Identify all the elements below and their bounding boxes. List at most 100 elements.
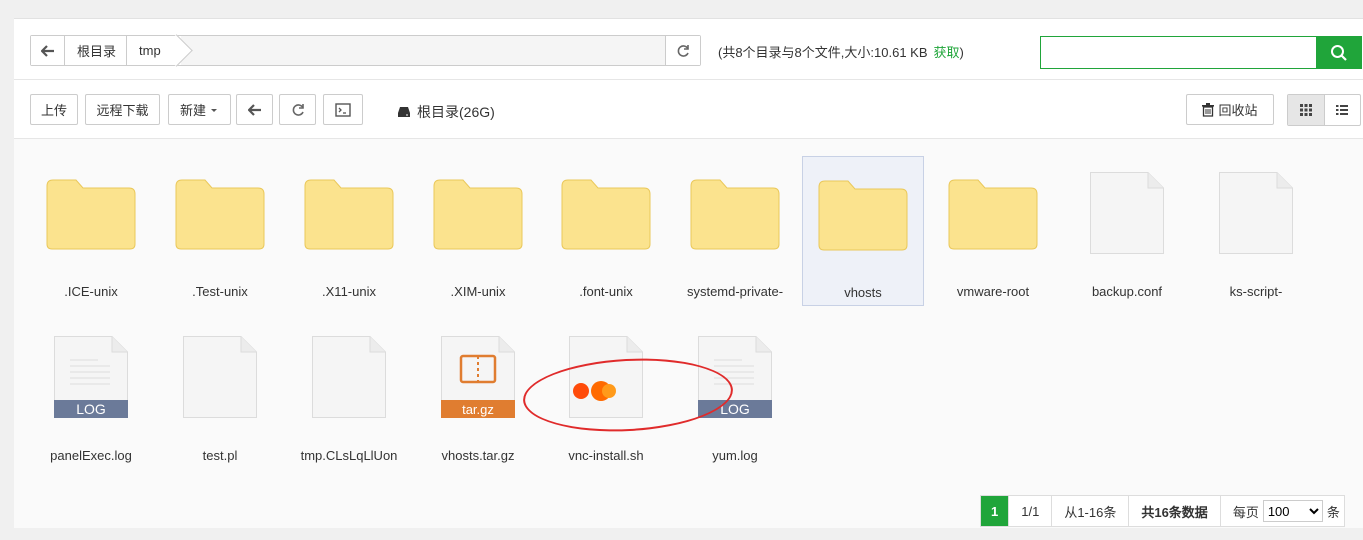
file-name: vmware-root (956, 284, 1030, 299)
folder-icon (948, 179, 1038, 250)
folder-item[interactable]: .X11-unix (288, 156, 410, 306)
pagination: 1 1/1 从1-16条 共16条数据 每页 100 条 (980, 495, 1345, 527)
remote-download-label: 远程下载 (96, 103, 149, 118)
list-view-button[interactable] (1325, 95, 1361, 125)
summary-text: (共8个目录与8个文件,大小:10.61 KB (718, 45, 928, 60)
arrow-left-icon (40, 44, 54, 57)
directory-summary: (共8个目录与8个文件,大小:10.61 KB 获取) (718, 42, 964, 61)
breadcrumb-root-label: 根目录 (77, 44, 117, 59)
file-name: .XIM-unix (450, 284, 506, 299)
upload-label: 上传 (40, 103, 67, 118)
list-icon (1336, 105, 1349, 115)
file-manager-panel: 根目录 tmp (共8个目录与8个文件,大小:10.61 KB 获取) 上传 远程… (14, 18, 1363, 528)
per-page-control: 每页 100 条 (1221, 496, 1344, 526)
file-name: yum.log (712, 448, 758, 463)
back-button[interactable] (236, 94, 273, 125)
file-name: panelExec.log (50, 448, 132, 463)
recycle-bin-button[interactable]: 回收站 (1186, 94, 1274, 125)
search-box (1040, 36, 1362, 69)
arrow-left-icon (247, 103, 261, 116)
file-item[interactable]: ks-script- (1195, 156, 1317, 306)
folder-item[interactable]: systemd-private- (674, 156, 796, 306)
hard-drive-icon (398, 107, 410, 117)
item-range: 从1-16条 (1052, 496, 1130, 526)
folder-icon (304, 179, 394, 250)
recycle-bin-label: 回收站 (1218, 103, 1258, 118)
new-label: 新建 (179, 103, 206, 118)
file-name: systemd-private- (686, 284, 784, 299)
summary-end: ) (959, 45, 964, 60)
folder-item[interactable]: .XIM-unix (417, 156, 539, 306)
folder-icon (561, 179, 651, 250)
path-back-button[interactable] (31, 36, 65, 65)
caret-down-icon (211, 108, 217, 112)
file-item[interactable]: backup.conf (1066, 156, 1188, 306)
file-badge-text: LOG (76, 401, 106, 417)
file-name: .Test-unix (192, 284, 248, 299)
file-name: .ICE-unix (64, 284, 118, 299)
file-name: ks-script- (1229, 284, 1283, 299)
file-item[interactable]: test.pl (159, 320, 281, 470)
file-name: test.pl (202, 448, 238, 463)
disk-indicator[interactable]: 根目录(26G) (397, 102, 495, 122)
refresh-button[interactable] (279, 94, 316, 125)
folder-icon (690, 179, 780, 250)
grid-icon (1299, 104, 1312, 116)
per-page-unit: 条 (1326, 504, 1340, 520)
path-bar: 根目录 tmp (共8个目录与8个文件,大小:10.61 KB 获取) (14, 19, 1363, 80)
terminal-button[interactable] (323, 94, 363, 125)
folder-item[interactable]: .Test-unix (159, 156, 281, 306)
folder-icon (433, 179, 523, 250)
upload-button[interactable]: 上传 (30, 94, 78, 125)
total-count: 共16条数据 (1129, 496, 1221, 526)
page-count: 1/1 (1009, 496, 1053, 526)
folder-item[interactable]: vhosts (802, 156, 924, 306)
new-button[interactable]: 新建 (168, 94, 231, 125)
per-page-label: 每页 (1232, 504, 1259, 520)
file-name: vhosts (844, 285, 882, 300)
folder-item[interactable]: .font-unix (545, 156, 667, 306)
search-button[interactable] (1316, 37, 1361, 68)
file-badge-text: tar.gz (462, 402, 494, 417)
file-icon (1219, 172, 1293, 254)
folder-icon (818, 180, 908, 251)
file-item[interactable]: tmp.CLsLqLlUon (288, 320, 410, 470)
path-refresh-button[interactable] (665, 36, 700, 65)
breadcrumb-root[interactable]: 根目录 (65, 36, 128, 65)
terminal-icon (335, 102, 351, 117)
breadcrumb: 根目录 tmp (30, 35, 701, 66)
file-item[interactable]: LOG panelExec.log (30, 320, 152, 470)
search-icon (1330, 44, 1347, 61)
disk-label: 根目录(26G) (417, 104, 495, 120)
trash-icon (1202, 102, 1215, 117)
path-input-area[interactable] (180, 36, 665, 65)
refresh-icon (292, 103, 304, 116)
file-item[interactable]: tar.gz vhosts.tar.gz (417, 320, 539, 470)
folder-item[interactable]: .ICE-unix (30, 156, 152, 306)
file-name: tmp.CLsLqLlUon (300, 448, 398, 463)
breadcrumb-tmp-label: tmp (139, 43, 161, 58)
file-icon (1090, 172, 1164, 254)
file-name: .font-unix (579, 284, 633, 299)
toolbar: 上传 远程下载 新建 根目录(26G) 回收站 (14, 80, 1363, 139)
file-icon (312, 336, 386, 418)
get-size-link[interactable]: 获取 (934, 45, 960, 60)
file-name: vnc-install.sh (568, 448, 644, 463)
folder-icon (46, 179, 136, 250)
file-name: vhosts.tar.gz (441, 448, 515, 463)
refresh-icon (677, 44, 689, 57)
file-name: .X11-unix (322, 284, 376, 299)
per-page-select[interactable]: 100 (1262, 500, 1323, 522)
archive-file-icon: tar.gz (441, 336, 515, 418)
folder-icon (175, 179, 265, 250)
log-file-icon: LOG (54, 336, 128, 418)
search-input[interactable] (1041, 37, 1316, 68)
view-toggle (1287, 94, 1361, 126)
breadcrumb-separator (170, 36, 181, 65)
folder-item[interactable]: vmware-root (932, 156, 1054, 306)
file-name: backup.conf (1091, 284, 1163, 299)
grid-view-button[interactable] (1288, 95, 1325, 125)
remote-download-button[interactable]: 远程下载 (85, 94, 160, 125)
current-page-button[interactable]: 1 (981, 496, 1010, 526)
file-icon (183, 336, 257, 418)
